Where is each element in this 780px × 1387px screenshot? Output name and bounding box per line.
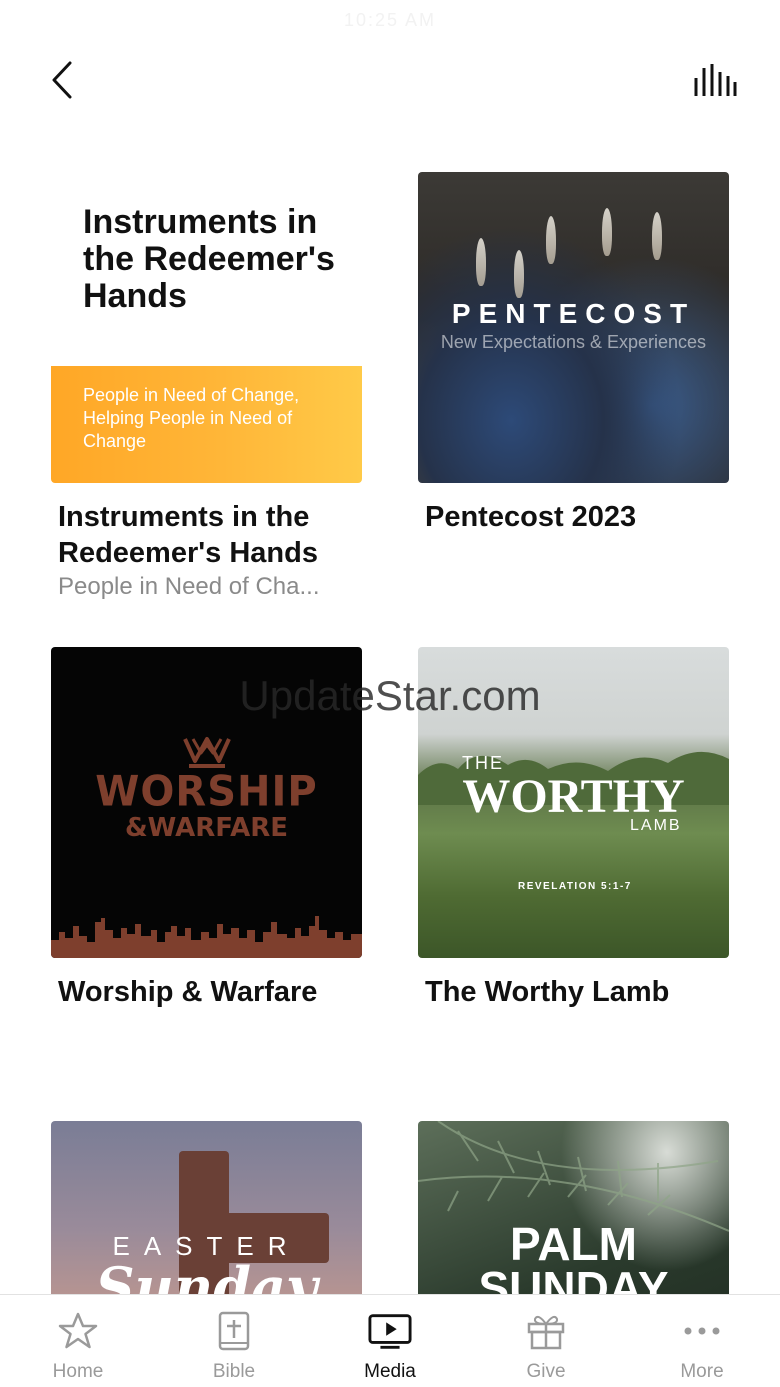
series-title: Worship & Warfare: [58, 976, 318, 1008]
more-dots-icon: [680, 1311, 724, 1351]
gift-icon: [524, 1311, 568, 1351]
audio-button[interactable]: [690, 60, 738, 100]
tab-more[interactable]: More: [624, 1295, 780, 1387]
art-subword: New Expectations & Experiences: [440, 332, 707, 352]
status-time: 10:25 AM: [343, 10, 437, 30]
art-worthy: WORTHY: [462, 770, 685, 823]
art-reference: REVELATION 5:1-7: [518, 881, 632, 892]
audio-bars-icon: [694, 64, 737, 96]
flame-shape: [476, 238, 486, 286]
flame-shape: [514, 250, 524, 298]
flame-shape: [546, 216, 556, 264]
series-thumbnail[interactable]: WORSHIP &WARFARE: [51, 647, 362, 958]
series-thumbnail[interactable]: PENTECOST New Expectations & Experiences: [418, 172, 729, 483]
series-thumbnail[interactable]: Instruments in the Redeemer's Hands Peop…: [51, 172, 362, 483]
series-title: Instruments in the Redeemer's Hands: [58, 501, 318, 569]
tab-label: More: [680, 1361, 724, 1382]
art-lamb: LAMB: [630, 817, 682, 834]
series-subtitle: People in Need of Cha...: [58, 573, 320, 600]
art-line2: &WARFARE: [124, 813, 288, 843]
back-button[interactable]: [40, 56, 84, 104]
series-title: The Worthy Lamb: [425, 976, 670, 1008]
tab-label: Home: [52, 1361, 104, 1382]
series-card-instruments[interactable]: Instruments in the Redeemer's Hands Peop…: [51, 172, 362, 601]
tab-home[interactable]: Home: [0, 1295, 156, 1387]
crown-icon: [183, 737, 231, 768]
art-word: PENTECOST: [451, 298, 696, 329]
bible-icon: [212, 1311, 256, 1351]
series-card-worthy-lamb[interactable]: THE WORTHY LAMB REVELATION 5:1-7 The Wor…: [418, 647, 729, 1010]
chevron-left-icon: [52, 61, 72, 99]
city-skyline-shape: [51, 916, 362, 958]
series-title: Pentecost 2023: [425, 501, 637, 533]
tab-label: Bible: [212, 1361, 256, 1382]
top-bar: [0, 52, 780, 108]
flame-shape: [602, 208, 612, 256]
tab-bar: Home Bible Media Give More: [0, 1294, 780, 1387]
star-icon: [56, 1311, 100, 1351]
series-card-worship-warfare[interactable]: WORSHIP &WARFARE Worship & Warfare: [51, 647, 362, 1010]
tab-give[interactable]: Give: [468, 1295, 624, 1387]
art-band: People in Need of Change, Helping People…: [51, 366, 362, 483]
art-line1: WORSHIP: [95, 767, 318, 817]
tab-media[interactable]: Media: [312, 1295, 468, 1387]
media-tv-icon: [368, 1311, 412, 1351]
tab-label: Give: [526, 1361, 566, 1382]
series-card-pentecost[interactable]: PENTECOST New Expectations & Experiences…: [418, 172, 729, 535]
art-headline: Instruments in the Redeemer's Hands: [83, 203, 335, 315]
tab-bible[interactable]: Bible: [156, 1295, 312, 1387]
series-thumbnail[interactable]: THE WORTHY LAMB REVELATION 5:1-7: [418, 647, 729, 958]
art-band-text: People in Need of Change, Helping People…: [83, 385, 300, 451]
flame-shape: [652, 212, 662, 260]
tab-label: Media: [364, 1361, 416, 1382]
